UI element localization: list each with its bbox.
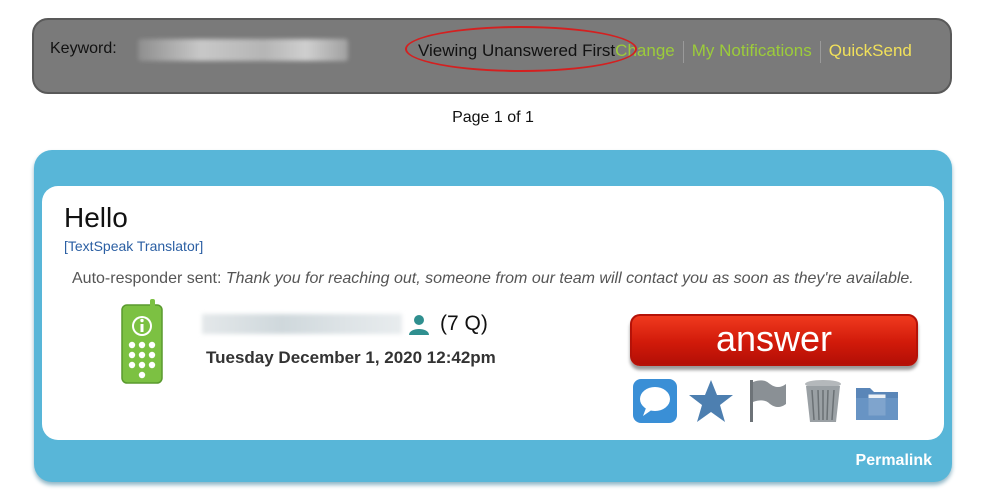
permalink-link[interactable]: Permalink (856, 452, 932, 470)
auto-responder-label: Auto-responder sent: (72, 270, 222, 287)
message-card: Hello [TextSpeak Translator] Auto-respon… (34, 150, 952, 482)
highlight-circle-annotation (405, 26, 637, 72)
message-timestamp: Tuesday December 1, 2020 12:42pm (206, 348, 496, 367)
keyword-label: Keyword: (50, 40, 117, 57)
textspeak-translator-link[interactable]: [TextSpeak Translator] (64, 238, 203, 254)
star-icon[interactable] (688, 378, 734, 424)
flag-icon[interactable] (744, 378, 790, 424)
message-card-body: Hello [TextSpeak Translator] Auto-respon… (42, 186, 944, 440)
nav-divider (819, 41, 821, 63)
question-count: (7 Q) (440, 312, 488, 335)
nav-divider (682, 41, 684, 63)
my-notifications-link[interactable]: My Notifications (692, 41, 812, 61)
phone-info-icon (121, 299, 163, 384)
pagination-label: Page 1 of 1 (452, 109, 534, 126)
keyword-value-redacted (138, 39, 348, 61)
trash-icon[interactable] (800, 378, 846, 424)
chat-bubble-icon[interactable] (632, 378, 678, 424)
message-title: Hello (64, 202, 128, 233)
user-icon[interactable] (408, 313, 430, 335)
auto-responder-text: Thank you for reaching out, someone from… (225, 270, 914, 287)
folder-icon[interactable] (854, 378, 900, 424)
sender-redacted (202, 314, 402, 334)
auto-responder-note: Auto-responder sent: Thank you for reach… (72, 270, 914, 288)
top-filter-bar: Keyword: Viewing Unanswered FirstChange M… (32, 18, 952, 94)
answer-button[interactable]: answer (630, 314, 918, 366)
quicksend-link[interactable]: QuickSend (829, 41, 912, 61)
